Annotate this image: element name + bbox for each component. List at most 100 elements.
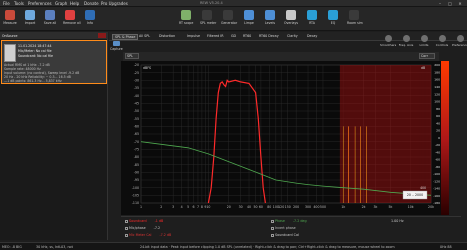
x-tick-label: 7 <box>197 205 199 209</box>
legend-item[interactable]: Mic/phase -7.2 <box>125 226 160 230</box>
toolbar-label: Remove all <box>63 21 81 25</box>
y-tick-label: -100 <box>132 186 139 190</box>
measurement-item[interactable]: 11.01.2024 18:47:44 Mic/Meter: No cal fi… <box>1 40 107 84</box>
legend-label: Phase <box>275 219 285 223</box>
y-right-tick-label: 120 <box>434 92 440 96</box>
preferences-button[interactable]: Preferences <box>452 35 467 47</box>
toolbar-label: RTA <box>309 21 315 25</box>
toolbar-spl-meter-button[interactable]: SPL meter <box>200 10 217 25</box>
toolbar-label: SPL meter <box>200 21 217 25</box>
y-tick-label: -50 <box>134 109 139 113</box>
status-mid: 30 kHz, ss, IntL03, not <box>36 245 73 249</box>
status-left: MEO: -8 BIG <box>2 245 22 249</box>
y-right-tick-label: 80 <box>436 107 440 111</box>
toolbar-save-all-button[interactable]: Save all <box>43 10 57 25</box>
legend-item[interactable]: Phase -7.2 deg <box>271 219 307 223</box>
tab-rt60[interactable]: RT60 <box>243 34 251 38</box>
x-tick-label: 30 <box>239 205 243 209</box>
y-right-tick-label: 40 <box>436 121 440 125</box>
y-right-tick-label: 160 <box>434 78 440 82</box>
toolbar-generator-button[interactable]: Generator <box>221 10 237 25</box>
measurement-mic: Mic/Meter: No cal file <box>18 49 52 53</box>
y-tick-label: -90 <box>134 171 139 175</box>
y-right-tick-label: -140 <box>433 187 440 191</box>
y-right-tick-label: -120 <box>433 179 440 183</box>
measurement-sound: Soundcard: No cal file <box>18 54 53 58</box>
x-tick-label: 120 <box>278 205 284 209</box>
tab-impulse[interactable]: Impulse <box>187 34 200 38</box>
generator-icon <box>223 10 233 20</box>
menu-help[interactable]: Help <box>70 1 79 6</box>
tab-spl-phase[interactable]: SPL & Phase <box>112 34 139 40</box>
menu-tools[interactable]: Tools <box>14 1 24 6</box>
status-bar: MEO: -8 BIG 30 kHz, ss, IntL03, not 24-b… <box>0 242 467 250</box>
spl-graph[interactable]: 1 2 3 4 5 6 7 8 9 10 20 30 40 50 60 80 100 120 150 200 300 40… <box>121 61 441 215</box>
legend-item[interactable]: Invert phase <box>271 226 304 230</box>
controls-button[interactable]: Controls <box>434 35 450 47</box>
menu-pro-upgrades[interactable]: Pro Upgrades <box>101 1 128 6</box>
close-icon[interactable]: ✕ <box>457 1 463 6</box>
toolbar-rta-button[interactable]: RTA <box>305 10 319 25</box>
left-axis-select[interactable]: SPL <box>125 53 139 59</box>
smoothers-button[interactable]: Smoothers <box>380 35 396 47</box>
menu-donate[interactable]: Donate <box>84 1 99 6</box>
toolbar-remove-all-button[interactable]: Remove all <box>63 10 81 25</box>
tab-clarity[interactable]: Clarity <box>287 34 298 38</box>
y-tick-label: -20 <box>134 63 139 67</box>
right-button-label: Preferences <box>452 43 467 47</box>
legend-item[interactable]: Soundcard Cal <box>271 233 307 237</box>
spl-graph-svg[interactable]: 1 2 3 4 5 6 7 8 9 10 20 30 40 50 60 80 100 120 150 200 300 40… <box>121 61 441 215</box>
menu-graph[interactable]: Graph <box>55 1 67 6</box>
toolbar-room-sim-button[interactable]: Room sim <box>347 10 363 25</box>
toolbar-label: Import <box>24 21 36 25</box>
tab-all-spl[interactable]: All SPL <box>139 34 150 38</box>
capture-label: Capture <box>110 47 123 51</box>
toolbar-info-button[interactable]: Info <box>83 10 97 25</box>
legend-checkbox[interactable] <box>271 233 274 237</box>
y-right-tick-label: -60 <box>435 158 440 162</box>
tab-distortion[interactable]: Distortion <box>159 34 175 38</box>
y-right-tick-label: -100 <box>433 172 440 176</box>
toolbar-limpe-button[interactable]: Limpe <box>242 10 256 25</box>
x-tick-label: 500 <box>320 205 326 209</box>
right-axis-select[interactable]: Corr <box>419 53 435 59</box>
freq-axis-button[interactable]: Freq. Axis <box>398 35 414 47</box>
limits-icon <box>420 35 428 42</box>
y-tick-label: -30 <box>134 79 139 83</box>
y-tick-label: -40 <box>134 94 139 98</box>
toolbar-overlays-button[interactable]: Overlays <box>284 10 298 25</box>
toolbar-label: Room sim <box>347 21 363 25</box>
maximize-icon[interactable]: □ <box>447 1 453 6</box>
toolbar-import-button[interactable]: Import <box>23 10 37 25</box>
minimize-icon[interactable]: – <box>437 1 443 6</box>
menu-preferences[interactable]: Preferences <box>28 1 52 6</box>
y-right-tick-label: 200 <box>434 63 440 67</box>
legend-checkbox[interactable] <box>125 219 128 223</box>
legend-checkbox[interactable] <box>125 233 128 237</box>
tab-decay[interactable]: Decay <box>307 34 317 38</box>
toolbar-levels-button[interactable]: Levels <box>263 10 277 25</box>
limits-button[interactable]: Limits <box>416 35 432 47</box>
legend-item[interactable]: Soundcard -1 dB <box>125 219 163 223</box>
panel-close-icon[interactable] <box>98 33 106 38</box>
x-tick-label: 2 <box>160 205 162 209</box>
toolbar-eq-button[interactable]: EQ <box>326 10 340 25</box>
tab-gd[interactable]: GD <box>231 34 236 38</box>
tab-rt60-decay[interactable]: RT60 Decay <box>259 34 279 38</box>
legend-label: Soundcard <box>129 219 147 223</box>
toolbar-label: RT scope <box>179 21 194 25</box>
legend-checkbox[interactable] <box>125 226 128 230</box>
capture-button[interactable]: Capture <box>110 41 124 51</box>
room-icon <box>349 10 359 20</box>
right-button-label: Freq. Axis <box>398 43 414 47</box>
legend-value: -7.2 dB <box>159 233 172 237</box>
toolbar-label: Limpe <box>244 21 254 25</box>
legend-checkbox[interactable] <box>271 226 274 230</box>
menu-file[interactable]: File <box>3 1 10 6</box>
legend-value: -7.2 <box>153 226 161 230</box>
legend-item[interactable]: Mic Meter Cal -7.2 dB <box>125 233 171 237</box>
legend-checkbox[interactable] <box>271 219 274 223</box>
toolbar-rt-scope-button[interactable]: RT scope <box>179 10 193 25</box>
toolbar-measure-button[interactable]: Measure <box>3 10 17 25</box>
tab-filtered-ir[interactable]: Filtered IR <box>207 34 224 38</box>
